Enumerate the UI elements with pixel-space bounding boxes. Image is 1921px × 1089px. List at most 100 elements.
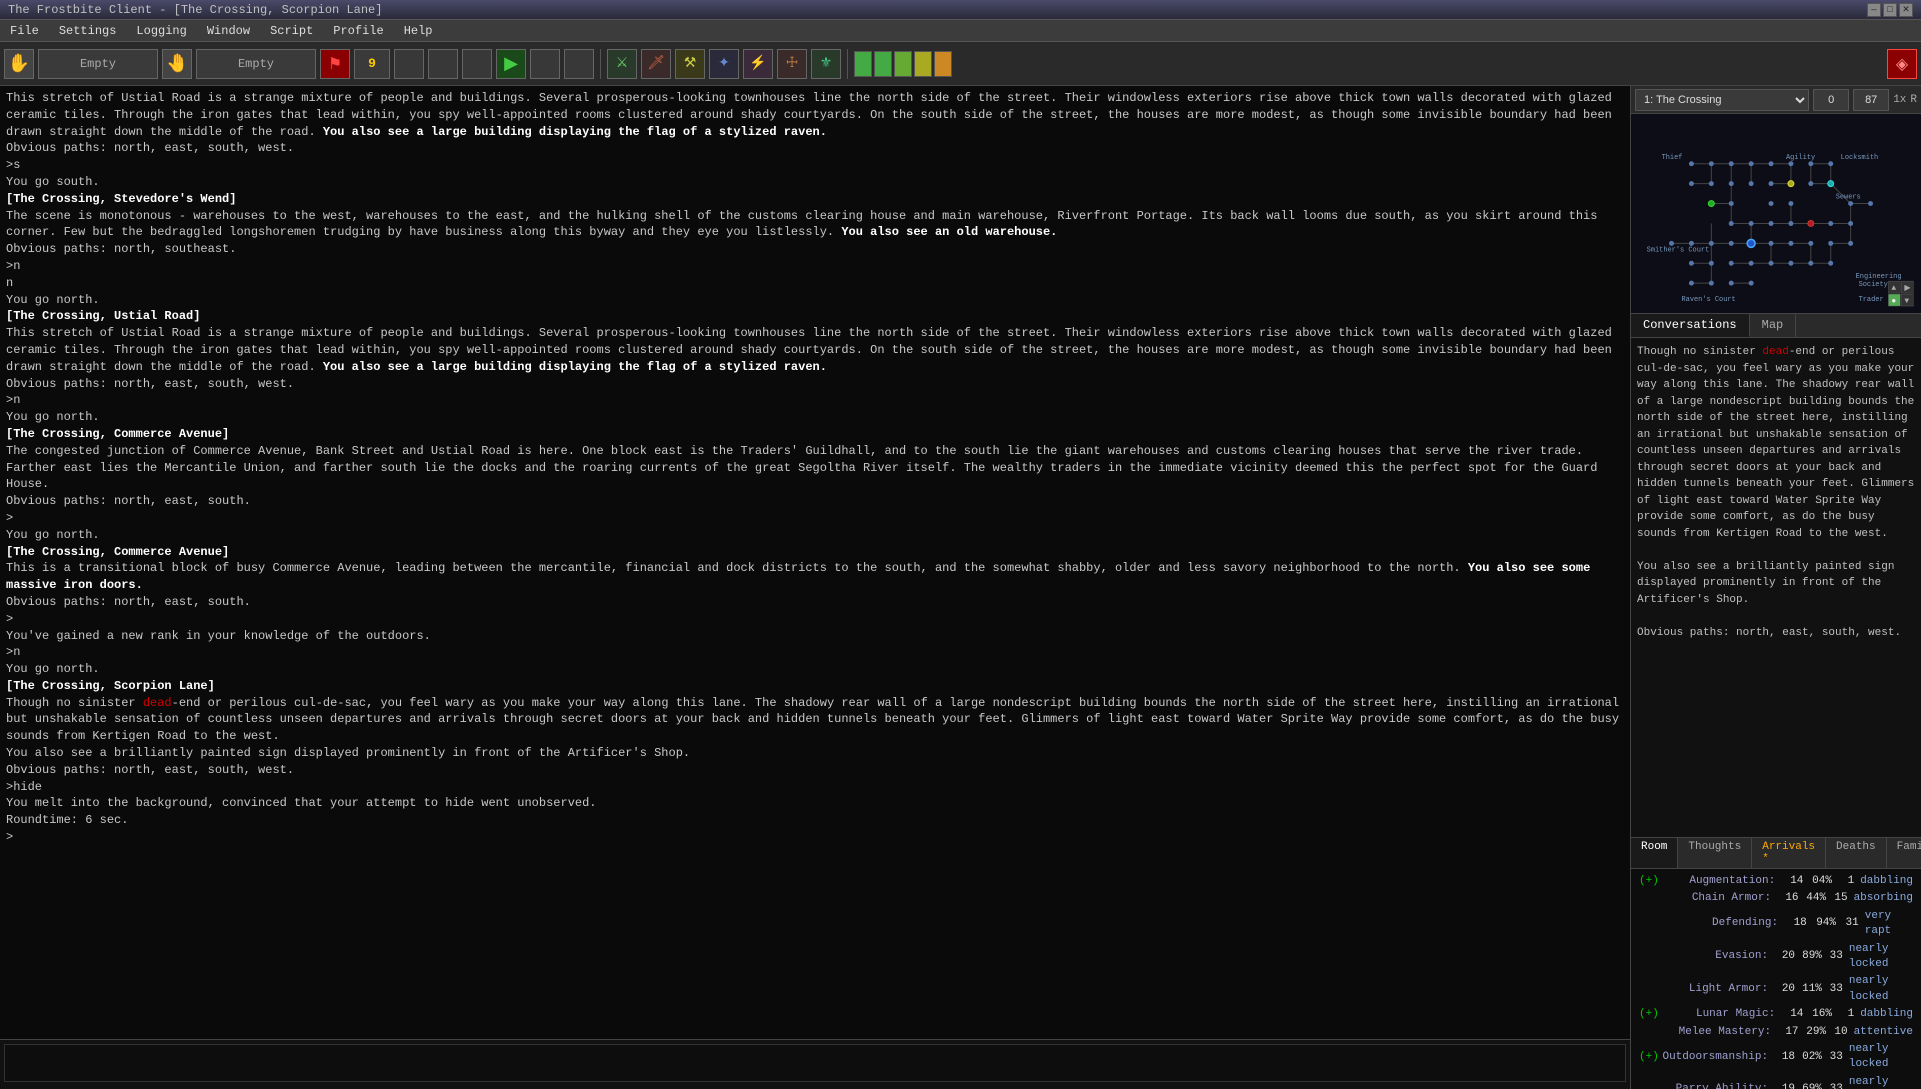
- menu-script[interactable]: Script: [264, 22, 319, 40]
- right-hand-slot[interactable]: Empty: [196, 49, 316, 79]
- close-button[interactable]: ✕: [1899, 3, 1913, 17]
- svg-text:Thief: Thief: [1662, 154, 1683, 162]
- skill-num2: 1: [1832, 874, 1854, 889]
- skill-percent: 02%: [1795, 1050, 1822, 1065]
- skill-rank: 14: [1781, 1007, 1803, 1022]
- skill-num2: 15: [1826, 891, 1847, 906]
- skill-plus-indicator: (+): [1639, 1007, 1653, 1022]
- right-hand-icon[interactable]: ✋: [162, 49, 192, 79]
- skill-row: (+)Outdoorsmanship:18 02% 33 nearly lock…: [1639, 1041, 1913, 1074]
- skill-rank: 14: [1781, 874, 1803, 889]
- titlebar-controls: — □ ✕: [1867, 3, 1913, 17]
- skill-percent: 29%: [1799, 1025, 1827, 1040]
- skill-num2: 33: [1822, 949, 1843, 964]
- skill-status: attentive: [1848, 1025, 1913, 1040]
- skill-percent: 04%: [1803, 874, 1832, 889]
- skill-percent: 69%: [1795, 1082, 1822, 1089]
- menu-settings[interactable]: Settings: [53, 22, 123, 40]
- tab-conversations[interactable]: Conversations: [1631, 314, 1750, 337]
- skills-area: (+)Augmentation:14 04% 1 dabblingChain A…: [1631, 869, 1921, 1089]
- minimize-button[interactable]: —: [1867, 3, 1881, 17]
- left-hand-slot[interactable]: Empty: [38, 49, 158, 79]
- skill-percent: 89%: [1795, 949, 1822, 964]
- map-area: Thief Agility Locksmith Sewers Engineeri…: [1631, 114, 1921, 314]
- left-hand-icon[interactable]: ✋: [4, 49, 34, 79]
- skill-num2: 10: [1826, 1025, 1847, 1040]
- tab-thoughts[interactable]: Thoughts: [1678, 838, 1752, 868]
- skill-name: Parry Ability:: [1653, 1082, 1774, 1089]
- action-btn-5[interactable]: [564, 49, 594, 79]
- zone-dropdown[interactable]: 1: The Crossing: [1635, 89, 1809, 111]
- map-controls: 1: The Crossing 1x R: [1631, 86, 1921, 114]
- skill-btn-6[interactable]: ☩: [777, 49, 807, 79]
- skill-percent: 94%: [1807, 916, 1836, 931]
- description-area: Though no sinister dead-end or perilous …: [1631, 338, 1921, 837]
- game-panel: This stretch of Ustial Road is a strange…: [0, 86, 1631, 1089]
- skill-num2: 33: [1822, 1050, 1843, 1065]
- room-number-input[interactable]: [1813, 89, 1849, 111]
- skill-btn-7[interactable]: ⚜: [811, 49, 841, 79]
- health-bar-1: [854, 51, 872, 77]
- menu-help[interactable]: Help: [398, 22, 439, 40]
- action-btn-2[interactable]: [428, 49, 458, 79]
- right-panel-tabs: Conversations Map: [1631, 314, 1921, 338]
- action-btn-3[interactable]: [462, 49, 492, 79]
- red-action-button[interactable]: ⚑: [320, 49, 350, 79]
- skill-btn-2[interactable]: 🗡: [641, 49, 671, 79]
- main-layout: This stretch of Ustial Road is a strange…: [0, 86, 1921, 1089]
- skill-num2: 33: [1822, 982, 1843, 997]
- skill-row: Evasion:20 89% 33 nearly locked: [1639, 941, 1913, 974]
- health-bar-5: [934, 51, 952, 77]
- skill-btn-3[interactable]: ⚒: [675, 49, 705, 79]
- svg-text:Locksmith: Locksmith: [1841, 154, 1879, 162]
- skill-rank: 18: [1774, 1050, 1795, 1065]
- map-canvas: Thief Agility Locksmith Sewers Engineeri…: [1631, 114, 1921, 313]
- skill-name: Evasion:: [1653, 949, 1774, 964]
- zoom-label: 1x: [1893, 94, 1906, 106]
- skill-percent: 16%: [1803, 1007, 1832, 1022]
- health-bar-2: [874, 51, 892, 77]
- svg-text:▼: ▼: [1904, 297, 1909, 306]
- menu-logging[interactable]: Logging: [130, 22, 192, 40]
- special-action-button[interactable]: ◈: [1887, 49, 1917, 79]
- skill-status: dabbling: [1854, 1007, 1913, 1022]
- tab-arrivals[interactable]: Arrivals *: [1752, 838, 1826, 868]
- skill-rank: 18: [1784, 916, 1807, 931]
- skill-btn-1[interactable]: ⚔: [607, 49, 637, 79]
- svg-text:Trader: Trader: [1859, 296, 1884, 304]
- skill-num2: 1: [1832, 1007, 1854, 1022]
- tab-familiar[interactable]: Familiar: [1887, 838, 1921, 868]
- menu-file[interactable]: File: [4, 22, 45, 40]
- titlebar-title: The Frostbite Client - [The Crossing, Sc…: [8, 3, 382, 17]
- menu-window[interactable]: Window: [201, 22, 256, 40]
- tab-map[interactable]: Map: [1750, 314, 1797, 337]
- tab-deaths[interactable]: Deaths: [1826, 838, 1887, 868]
- skill-percent: 44%: [1799, 891, 1827, 906]
- health-bar-3: [894, 51, 912, 77]
- skill-btn-4[interactable]: ✦: [709, 49, 739, 79]
- skill-name: Chain Armor:: [1653, 891, 1777, 906]
- tab-room[interactable]: Room: [1631, 838, 1678, 868]
- maximize-button[interactable]: □: [1883, 3, 1897, 17]
- skill-row: (+)Lunar Magic:14 16% 1 dabbling: [1639, 1006, 1913, 1023]
- menu-profile[interactable]: Profile: [327, 22, 389, 40]
- health-bar-4: [914, 51, 932, 77]
- svg-text:Society: Society: [1859, 281, 1888, 289]
- svg-text:▲: ▲: [1891, 284, 1896, 293]
- room-number-2-input[interactable]: [1853, 89, 1889, 111]
- dead-text: dead: [1762, 346, 1788, 358]
- svg-text:●: ●: [1891, 297, 1896, 306]
- skill-rank: 20: [1774, 982, 1795, 997]
- skill-rank: 16: [1777, 891, 1798, 906]
- skill-name: Melee Mastery:: [1653, 1025, 1777, 1040]
- skill-btn-5[interactable]: ⚡: [743, 49, 773, 79]
- action-btn-4[interactable]: [530, 49, 560, 79]
- svg-text:Engineering: Engineering: [1856, 273, 1902, 281]
- input-area: [0, 1039, 1630, 1089]
- action-btn-1[interactable]: [394, 49, 424, 79]
- skill-row: (+)Augmentation:14 04% 1 dabbling: [1639, 873, 1913, 890]
- game-input[interactable]: [4, 1044, 1626, 1082]
- skill-status: absorbing: [1848, 891, 1913, 906]
- go-button[interactable]: ▶: [496, 49, 526, 79]
- skill-row: Light Armor:20 11% 33 nearly locked: [1639, 973, 1913, 1006]
